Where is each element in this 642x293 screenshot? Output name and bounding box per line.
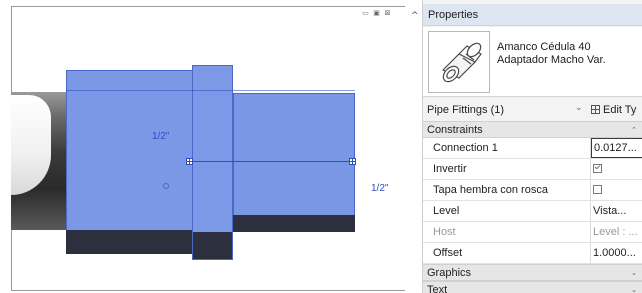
property-row[interactable]: Tapa hembra con rosca (423, 180, 642, 201)
invertir-checkbox[interactable] (593, 164, 602, 173)
edit-type-label: Edit Ty (603, 104, 637, 116)
section-label: Graphics (427, 267, 472, 279)
panel-title: Properties (423, 4, 642, 26)
property-value[interactable] (591, 180, 642, 200)
properties-grid: Constraints ⌃ Connection 1 0.0127... Inv… (423, 121, 642, 293)
connector-centerline (190, 161, 355, 162)
dimension-label-left[interactable]: 1/2" (152, 131, 169, 142)
property-value: Level : ... (593, 226, 638, 238)
restore-view-icon[interactable]: ▣ (372, 8, 381, 18)
property-value[interactable]: 1.0000... (591, 243, 642, 263)
section-text[interactable]: Text ⌄ (423, 281, 642, 293)
property-name: Level (423, 201, 591, 221)
edit-type-icon (591, 105, 600, 114)
fitting-thumbnail-icon (428, 31, 490, 93)
section-label: Constraints (427, 124, 483, 136)
fitting-thread-shadow (233, 215, 355, 232)
rotate-symbol-icon[interactable] (163, 183, 169, 189)
property-name: Offset (423, 243, 591, 263)
property-value[interactable]: Vista... (591, 201, 642, 221)
fitting-body-shadow (66, 230, 193, 254)
properties-panel: Properties Amanco Cédula 40 Adaptador Ma… (422, 0, 642, 293)
instance-filter[interactable]: Pipe Fittings (1) ⌄ Edit Ty (423, 100, 642, 120)
section-graphics[interactable]: Graphics ⌄ (423, 264, 642, 281)
connector-grip-left[interactable] (186, 158, 193, 165)
section-label: Text (427, 284, 448, 293)
dimension-line (66, 90, 355, 91)
property-name: Invertir (423, 159, 591, 179)
dimension-label-right[interactable]: 1/2" (371, 183, 388, 194)
property-row[interactable]: Connection 1 0.0127... (423, 138, 642, 159)
section-constraints[interactable]: Constraints ⌃ (423, 121, 642, 138)
property-row[interactable]: Level Vista... (423, 201, 642, 222)
tapa-hembra-checkbox[interactable] (593, 185, 602, 194)
connector-grip-right[interactable] (349, 158, 356, 165)
property-row[interactable]: Offset 1.0000... (423, 243, 642, 264)
drawing-viewport[interactable]: ▭ ▣ ⊠ 1/2" 1/2" (0, 0, 408, 293)
type-selector[interactable]: Amanco Cédula 40 Adaptador Macho Var. (423, 27, 642, 97)
minimize-view-icon[interactable]: ▭ (361, 8, 370, 18)
property-row[interactable]: Invertir (423, 159, 642, 180)
type-name: Amanco Cédula 40 Adaptador Macho Var. (497, 41, 606, 66)
fitting-collar-shadow (193, 232, 232, 259)
property-name: Host (423, 222, 591, 242)
fitting-collar-selected[interactable] (192, 65, 233, 260)
property-name: Connection 1 (423, 138, 591, 158)
collapse-caret-icon[interactable]: ^ (411, 11, 419, 21)
filter-label: Pipe Fittings (1) (427, 104, 505, 116)
panel-splitter[interactable] (408, 0, 422, 293)
property-value[interactable] (591, 159, 642, 179)
fitting-thread-selected[interactable] (233, 93, 355, 232)
collapse-chevron-icon[interactable]: ⌄ (631, 265, 637, 282)
collapse-chevron-icon[interactable]: ⌃ (631, 122, 637, 139)
collapse-chevron-icon[interactable]: ⌄ (631, 282, 637, 293)
property-value-input[interactable]: 0.0127... (591, 138, 642, 158)
property-row: Host Level : ... (423, 222, 642, 243)
property-name: Tapa hembra con rosca (423, 180, 591, 200)
viewport-controls: ▭ ▣ ⊠ (361, 8, 392, 18)
dropdown-arrow-icon[interactable]: ⌄ (575, 103, 583, 113)
edit-type-button[interactable]: Edit Ty (591, 104, 636, 116)
fitting-body-selected[interactable] (66, 70, 193, 254)
close-view-icon[interactable]: ⊠ (383, 8, 392, 18)
